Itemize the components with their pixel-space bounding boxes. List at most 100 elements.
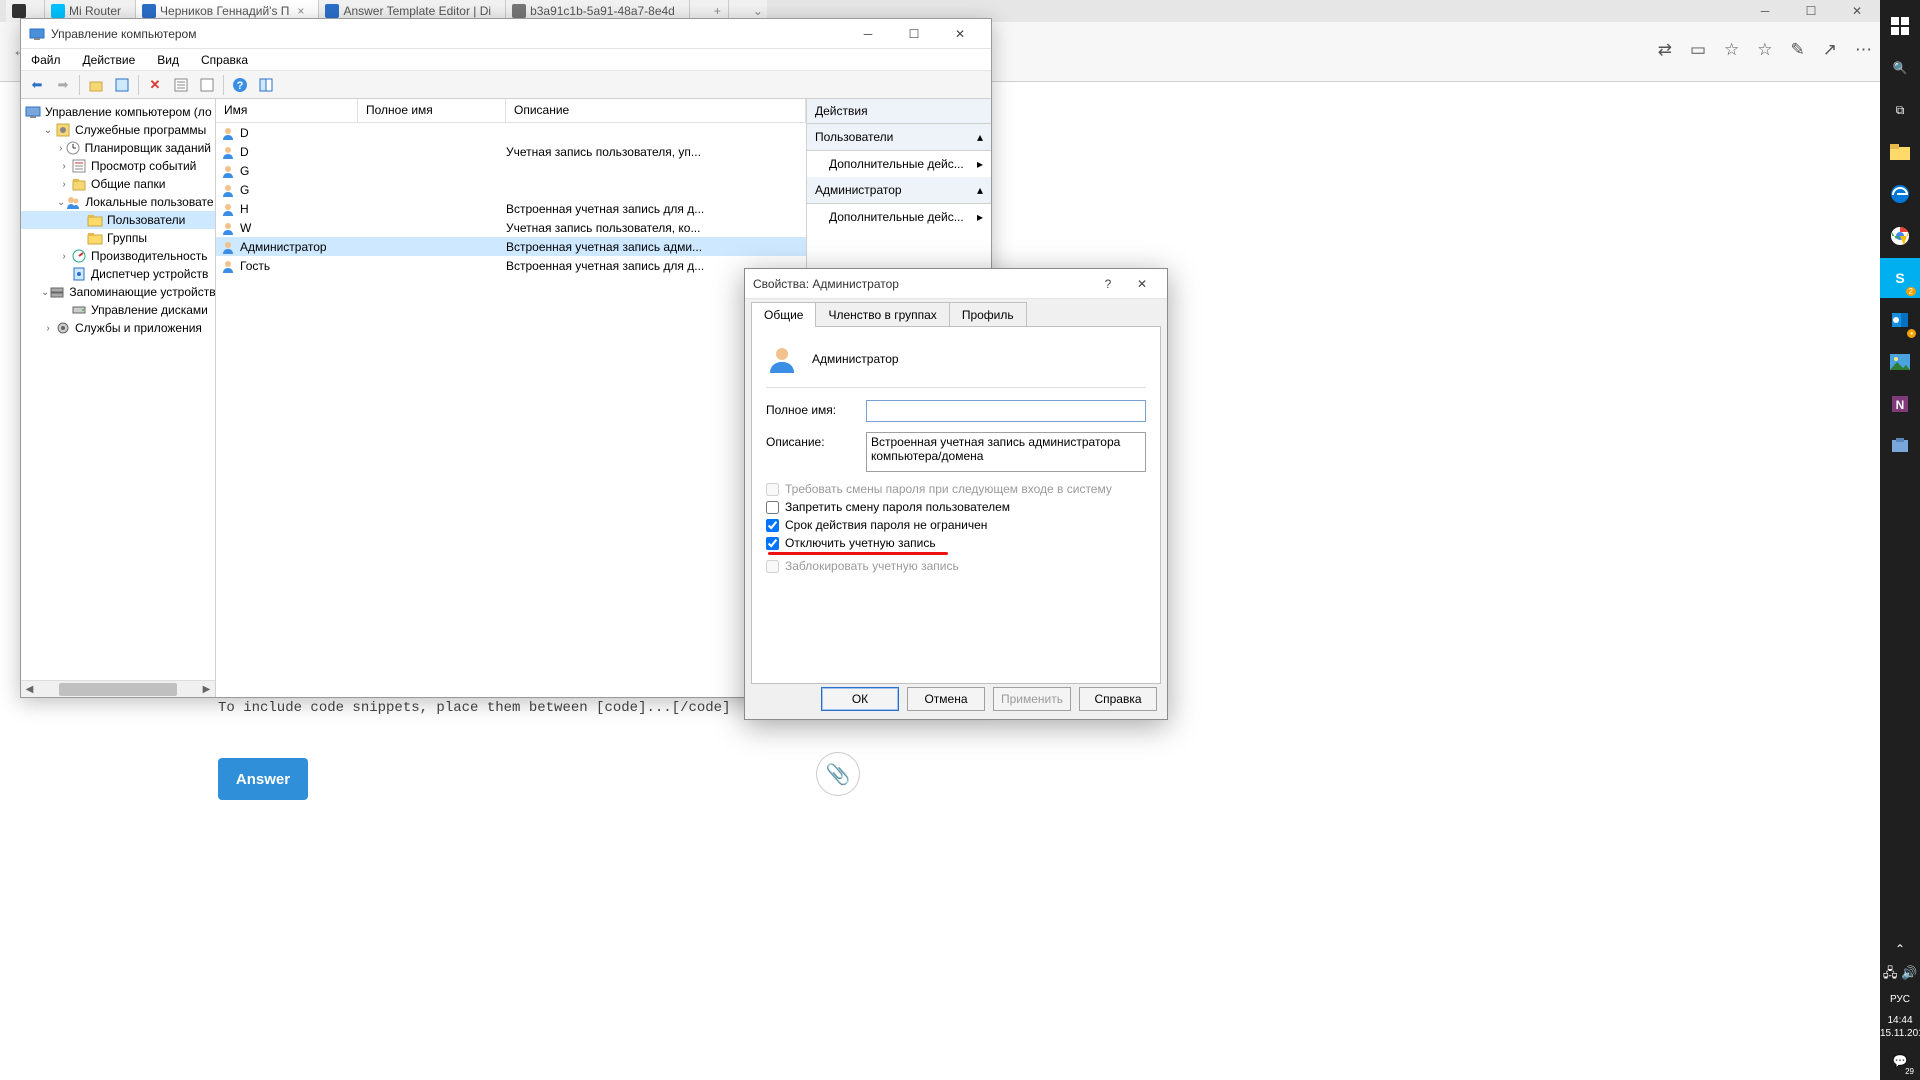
tree-node[interactable]: ⌄Запоминающие устройств <box>21 283 215 301</box>
user-row[interactable]: D <box>216 123 806 142</box>
tray-clock[interactable]: 14:4415.11.2018 <box>1880 1010 1920 1044</box>
twisty-icon[interactable]: › <box>57 143 65 154</box>
dialog-titlebar[interactable]: Свойства: Администратор ? ✕ <box>745 269 1167 299</box>
menu-help[interactable]: Справка <box>197 51 252 69</box>
ok-button[interactable]: ОК <box>821 687 899 711</box>
properties-icon[interactable] <box>110 73 134 97</box>
maximize-button[interactable]: ☐ <box>1788 0 1834 22</box>
search-icon[interactable]: 🔍 <box>1880 48 1920 88</box>
apply-button[interactable]: Применить <box>993 687 1071 711</box>
star-icon[interactable]: ☆ <box>1724 40 1739 60</box>
twisty-icon[interactable]: › <box>57 161 71 172</box>
tree-node[interactable]: ›Просмотр событий <box>21 157 215 175</box>
mmc-titlebar[interactable]: Управление компьютером ─ ☐ ✕ <box>21 19 991 49</box>
close-button[interactable]: ✕ <box>1125 277 1159 291</box>
task-view-icon[interactable]: ⧉ <box>1880 90 1920 130</box>
twisty-icon[interactable]: ⌄ <box>41 287 49 298</box>
tray-chevron-icon[interactable]: ⌃ <box>1880 937 1920 961</box>
tree-node[interactable]: Управление компьютером (ло <box>21 103 215 121</box>
twisty-icon[interactable]: ⌄ <box>57 197 65 208</box>
scroll-right-icon[interactable]: ▶ <box>198 684 215 695</box>
tray-network-sound[interactable]: 🖧 🔊 <box>1880 963 1920 987</box>
col-fullname[interactable]: Полное имя <box>358 99 506 122</box>
checkbox[interactable] <box>766 537 779 550</box>
minimize-button[interactable]: ─ <box>845 19 891 49</box>
up-icon[interactable] <box>84 73 108 97</box>
fullname-input[interactable] <box>866 400 1146 422</box>
col-name[interactable]: Имя <box>216 99 358 122</box>
tree-node[interactable]: Диспетчер устройств <box>21 265 215 283</box>
tree-node[interactable]: ›Общие папки <box>21 175 215 193</box>
translate-icon[interactable]: ⇄ <box>1658 40 1672 60</box>
menu-action[interactable]: Действие <box>79 51 140 69</box>
forward-icon[interactable]: ➡ <box>51 73 75 97</box>
tab-membership[interactable]: Членство в группах <box>815 302 949 327</box>
close-button[interactable]: ✕ <box>937 19 983 49</box>
tree-node[interactable]: ›Производительность <box>21 247 215 265</box>
menu-view[interactable]: Вид <box>153 51 183 69</box>
user-row[interactable]: G <box>216 180 806 199</box>
scroll-thumb[interactable] <box>59 683 177 696</box>
user-row[interactable]: WУчетная запись пользователя, ко... <box>216 218 806 237</box>
share-icon[interactable]: ↗ <box>1823 40 1837 60</box>
refresh-icon[interactable] <box>195 73 219 97</box>
minimize-button[interactable]: ─ <box>1742 0 1788 22</box>
tree-node[interactable]: ⌄Локальные пользовате <box>21 193 215 211</box>
tree-node[interactable]: ›Службы и приложения <box>21 319 215 337</box>
skype-icon[interactable]: S2 <box>1880 258 1920 298</box>
close-icon[interactable]: × <box>297 4 304 18</box>
checkbox-row[interactable]: Срок действия пароля не ограничен <box>766 518 1146 532</box>
tree-node[interactable]: Управление дисками <box>21 301 215 319</box>
action-center-icon[interactable]: 💬29 <box>1880 1044 1920 1078</box>
user-row[interactable]: ГостьВстроенная учетная запись для д... <box>216 256 806 275</box>
tab-general[interactable]: Общие <box>751 302 816 327</box>
list-icon[interactable] <box>169 73 193 97</box>
maximize-button[interactable]: ☐ <box>891 19 937 49</box>
twisty-icon[interactable]: ⌄ <box>41 125 55 136</box>
tab-profile[interactable]: Профиль <box>949 302 1027 327</box>
tree-node[interactable]: ⌄Служебные программы <box>21 121 215 139</box>
app-icon[interactable] <box>1880 426 1920 466</box>
onenote-icon[interactable]: N <box>1880 384 1920 424</box>
twisty-icon[interactable]: › <box>57 251 71 262</box>
help-button[interactable]: Справка <box>1079 687 1157 711</box>
checkbox[interactable] <box>766 519 779 532</box>
checkbox-row[interactable]: Отключить учетную запись <box>766 536 1146 550</box>
cancel-button[interactable]: Отмена <box>907 687 985 711</box>
edge-icon[interactable] <box>1880 174 1920 214</box>
actions-item-more[interactable]: Дополнительные дейс...▸ <box>807 204 991 230</box>
tree-node[interactable]: Группы <box>21 229 215 247</box>
reader-icon[interactable]: ▭ <box>1690 40 1706 60</box>
col-description[interactable]: Описание <box>506 99 806 122</box>
tree-node[interactable]: ›Планировщик заданий <box>21 139 215 157</box>
user-row[interactable]: HВстроенная учетная запись для д... <box>216 199 806 218</box>
description-input[interactable] <box>866 432 1146 472</box>
notes-icon[interactable]: ✎ <box>1791 40 1805 60</box>
answer-button[interactable]: Answer <box>218 758 308 800</box>
tree-node[interactable]: Пользователи <box>21 211 215 229</box>
tray-language[interactable]: РУС <box>1880 989 1920 1010</box>
scroll-left-icon[interactable]: ◀ <box>21 684 38 695</box>
start-button[interactable] <box>1880 6 1920 46</box>
chrome-icon[interactable] <box>1880 216 1920 256</box>
checkbox-row[interactable]: Запретить смену пароля пользователем <box>766 500 1146 514</box>
user-row[interactable]: DУчетная запись пользователя, уп... <box>216 142 806 161</box>
twisty-icon[interactable]: › <box>41 323 55 334</box>
outlook-icon[interactable]: • <box>1880 300 1920 340</box>
attach-button[interactable]: 📎 <box>816 752 860 796</box>
user-row[interactable]: G <box>216 161 806 180</box>
menu-file[interactable]: Файл <box>27 51 65 69</box>
actions-section-users[interactable]: Пользователи▴ <box>807 124 991 151</box>
favorites-icon[interactable]: ☆ <box>1757 40 1772 60</box>
explorer-icon[interactable] <box>1880 132 1920 172</box>
help-button[interactable]: ? <box>1091 277 1125 291</box>
help-icon[interactable]: ? <box>228 73 252 97</box>
checkbox[interactable] <box>766 501 779 514</box>
user-row[interactable]: АдминистраторВстроенная учетная запись а… <box>216 237 806 256</box>
actions-section-admin[interactable]: Администратор▴ <box>807 177 991 204</box>
twisty-icon[interactable]: › <box>57 179 71 190</box>
close-button[interactable]: ✕ <box>1834 0 1880 22</box>
back-icon[interactable]: ⬅ <box>25 73 49 97</box>
more-icon[interactable]: ⋯ <box>1855 40 1872 60</box>
photos-icon[interactable] <box>1880 342 1920 382</box>
